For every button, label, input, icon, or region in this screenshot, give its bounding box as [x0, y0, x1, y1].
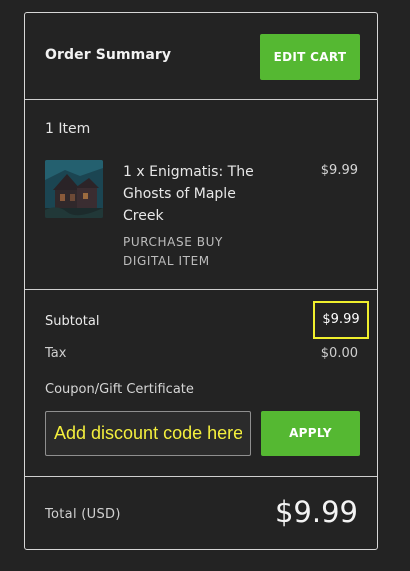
- tax-value: $0.00: [320, 346, 358, 361]
- order-summary-title: Order Summary: [45, 47, 172, 63]
- edit-cart-button[interactable]: EDIT CART: [260, 34, 360, 80]
- coupon-label: Coupon/Gift Certificate: [45, 382, 194, 397]
- header-divider: [25, 99, 377, 100]
- tax-label: Tax: [45, 346, 67, 361]
- total-value: $9.99: [274, 495, 358, 529]
- subtotal-value: $9.99: [313, 301, 369, 339]
- haunted-house-image: [45, 160, 103, 218]
- game-thumbnail: [45, 160, 103, 218]
- order-summary-panel: Order Summary EDIT CART 1 Item 1 x Enigm…: [24, 12, 378, 550]
- item-type: PURCHASE BUY DIGITAL ITEM: [123, 235, 223, 268]
- item-count: 1 Item: [45, 121, 91, 137]
- item-name[interactable]: 1 x Enigmatis: The Ghosts of Maple Creek: [123, 161, 273, 227]
- discount-code-input[interactable]: [45, 411, 251, 456]
- item-price: $9.99: [320, 163, 358, 178]
- apply-button[interactable]: APPLY: [261, 411, 360, 456]
- items-divider: [25, 289, 377, 290]
- total-label: Total (USD): [45, 507, 121, 522]
- order-summary-header: Order Summary EDIT CART: [25, 13, 377, 99]
- subtotal-label: Subtotal: [45, 314, 100, 329]
- totals-divider: [25, 476, 377, 477]
